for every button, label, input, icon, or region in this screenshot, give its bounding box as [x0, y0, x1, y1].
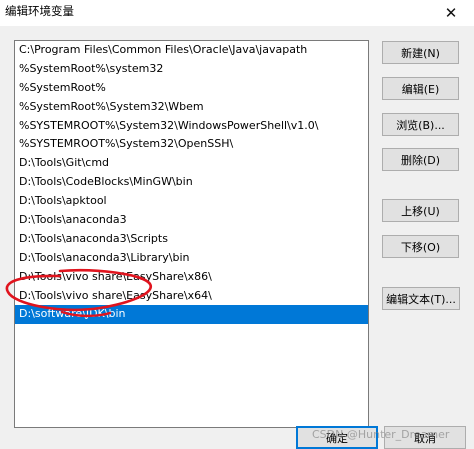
list-item[interactable]: D:\Tools\anaconda3\Scripts: [15, 230, 368, 249]
new-button[interactable]: 新建(N): [382, 41, 459, 64]
edit-text-button[interactable]: 编辑文本(T)...: [382, 287, 460, 310]
browse-button[interactable]: 浏览(B)...: [382, 113, 459, 136]
list-item[interactable]: D:\Tools\CodeBlocks\MinGW\bin: [15, 173, 368, 192]
list-item[interactable]: %SystemRoot%\System32\Wbem: [15, 98, 368, 117]
window-title: 编辑环境变量: [5, 4, 74, 18]
list-item[interactable]: D:\Tools\anaconda3\Library\bin: [15, 249, 368, 268]
list-item[interactable]: %SYSTEMROOT%\System32\OpenSSH\: [15, 135, 368, 154]
edit-button[interactable]: 编辑(E): [382, 77, 459, 100]
title-bar: 编辑环境变量 ✕: [0, 0, 474, 26]
list-item[interactable]: %SYSTEMROOT%\System32\WindowsPowerShell\…: [15, 117, 368, 136]
list-item[interactable]: D:\Tools\Git\cmd: [15, 154, 368, 173]
list-item[interactable]: D:\Tools\anaconda3: [15, 211, 368, 230]
list-item[interactable]: D:\Tools\vivo share\EasyShare\x86\: [15, 268, 368, 287]
list-item[interactable]: D:\Tools\vivo share\EasyShare\x64\: [15, 287, 368, 306]
move-up-button[interactable]: 上移(U): [382, 199, 459, 222]
close-icon[interactable]: ✕: [428, 0, 474, 26]
list-item[interactable]: %SystemRoot%: [15, 79, 368, 98]
move-down-button[interactable]: 下移(O): [382, 235, 459, 258]
list-item[interactable]: D:\Tools\apktool: [15, 192, 368, 211]
watermark: CSDN @Hunter_Dreamer: [312, 428, 450, 441]
list-item[interactable]: C:\Program Files\Common Files\Oracle\Jav…: [15, 41, 368, 60]
delete-button[interactable]: 删除(D): [382, 148, 459, 171]
list-item[interactable]: %SystemRoot%\system32: [15, 60, 368, 79]
list-item[interactable]: D:\software\JDK\bin: [15, 305, 368, 325]
path-listbox[interactable]: C:\Program Files\Common Files\Oracle\Jav…: [14, 40, 369, 428]
